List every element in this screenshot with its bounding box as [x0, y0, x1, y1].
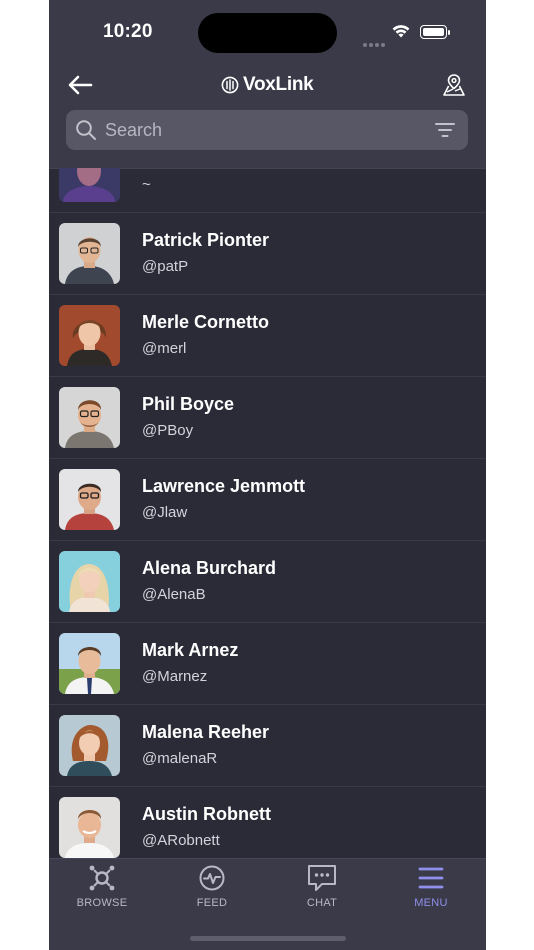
list-item[interactable]: Patrick Pionter @patP [49, 213, 486, 295]
battery-icon [420, 25, 450, 39]
browse-icon [89, 865, 115, 891]
tab-chat[interactable]: CHAT [277, 863, 367, 913]
user-handle: @Marnez [142, 668, 208, 685]
status-time: 10:20 [103, 21, 153, 42]
status-bar: 10:20 [49, 0, 486, 60]
user-name: Merle Cornetto [142, 312, 270, 332]
search-input[interactable] [103, 118, 427, 142]
search-icon [76, 120, 96, 140]
list-item[interactable]: Merle Cornetto @merl [49, 295, 486, 377]
tab-browse[interactable]: BROWSE [57, 863, 147, 913]
user-name: Phil Boyce [142, 394, 235, 414]
user-name: Mark Arnez [142, 640, 239, 660]
avatar [59, 223, 120, 284]
list-item[interactable]: Lawrence Jemmott @Jlaw [49, 459, 486, 541]
dynamic-island [198, 13, 337, 53]
wifi-icon [392, 25, 410, 38]
user-handle: @AlenaB [142, 586, 206, 603]
tab-label: MENU [414, 897, 448, 909]
avatar [59, 551, 120, 612]
map-pin-icon[interactable] [441, 72, 467, 98]
list-item[interactable]: Austin Robnett @ARobnett [49, 787, 486, 858]
user-name: Patrick Pionter [142, 230, 270, 250]
back-arrow-icon[interactable] [67, 74, 93, 96]
search-bar[interactable] [66, 110, 468, 150]
tab-label: FEED [196, 897, 228, 909]
user-list: ~ Patrick Pionter @patP Merle Cornetto @… [49, 168, 486, 858]
user-name: Malena Reeher [142, 722, 270, 742]
user-name: Lawrence Jemmott [142, 476, 306, 496]
brand-name: VoxLink [243, 74, 314, 95]
tab-label: CHAT [306, 897, 338, 909]
user-name: Austin Robnett [142, 804, 271, 824]
user-handle: ~ [142, 176, 151, 193]
avatar [59, 797, 120, 858]
user-handle: @malenaR [142, 750, 218, 767]
avatar [59, 387, 120, 448]
list-item[interactable]: Mark Arnez @Marnez [49, 623, 486, 705]
avatar [59, 469, 120, 530]
feed-icon [199, 865, 225, 891]
chat-icon [308, 865, 336, 891]
tab-feed[interactable]: FEED [167, 863, 257, 913]
menu-icon [418, 867, 444, 889]
avatar [59, 715, 120, 776]
app-screen: 10:20 VoxLink Search ~ Patrick Pionter @… [49, 0, 486, 950]
list-item[interactable]: ~ [49, 168, 486, 213]
list-item[interactable]: Phil Boyce @PBoy [49, 377, 486, 459]
user-handle: @patP [142, 258, 189, 275]
user-handle: @ARobnett [142, 832, 220, 849]
user-handle: @Jlaw [142, 504, 188, 521]
avatar [59, 168, 120, 202]
list-item[interactable]: Malena Reeher @malenaR [49, 705, 486, 787]
filter-icon[interactable] [434, 120, 456, 140]
tab-menu[interactable]: MENU [386, 863, 476, 913]
user-handle: @merl [142, 340, 187, 357]
tab-label: BROWSE [76, 897, 128, 909]
user-name: Alena Burchard [142, 558, 277, 578]
avatar [59, 305, 120, 366]
cellular-signal-icon [363, 32, 387, 51]
user-handle: @PBoy [142, 422, 194, 439]
list-item[interactable]: Alena Burchard @AlenaB [49, 541, 486, 623]
home-indicator [190, 936, 346, 941]
app-header: VoxLink [49, 60, 486, 169]
voxlink-logo-icon [221, 76, 239, 94]
brand-logo: VoxLink [221, 73, 314, 97]
avatar [59, 633, 120, 694]
